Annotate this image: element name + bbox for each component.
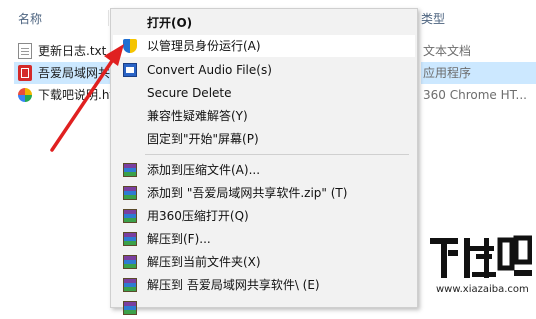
arrow-shaft — [50, 56, 116, 152]
arrow-head — [104, 44, 124, 66]
winrar-icon — [123, 301, 137, 315]
xiazaiba-logo — [430, 235, 532, 278]
watermark-url: www.xiazaiba.com — [436, 284, 529, 295]
